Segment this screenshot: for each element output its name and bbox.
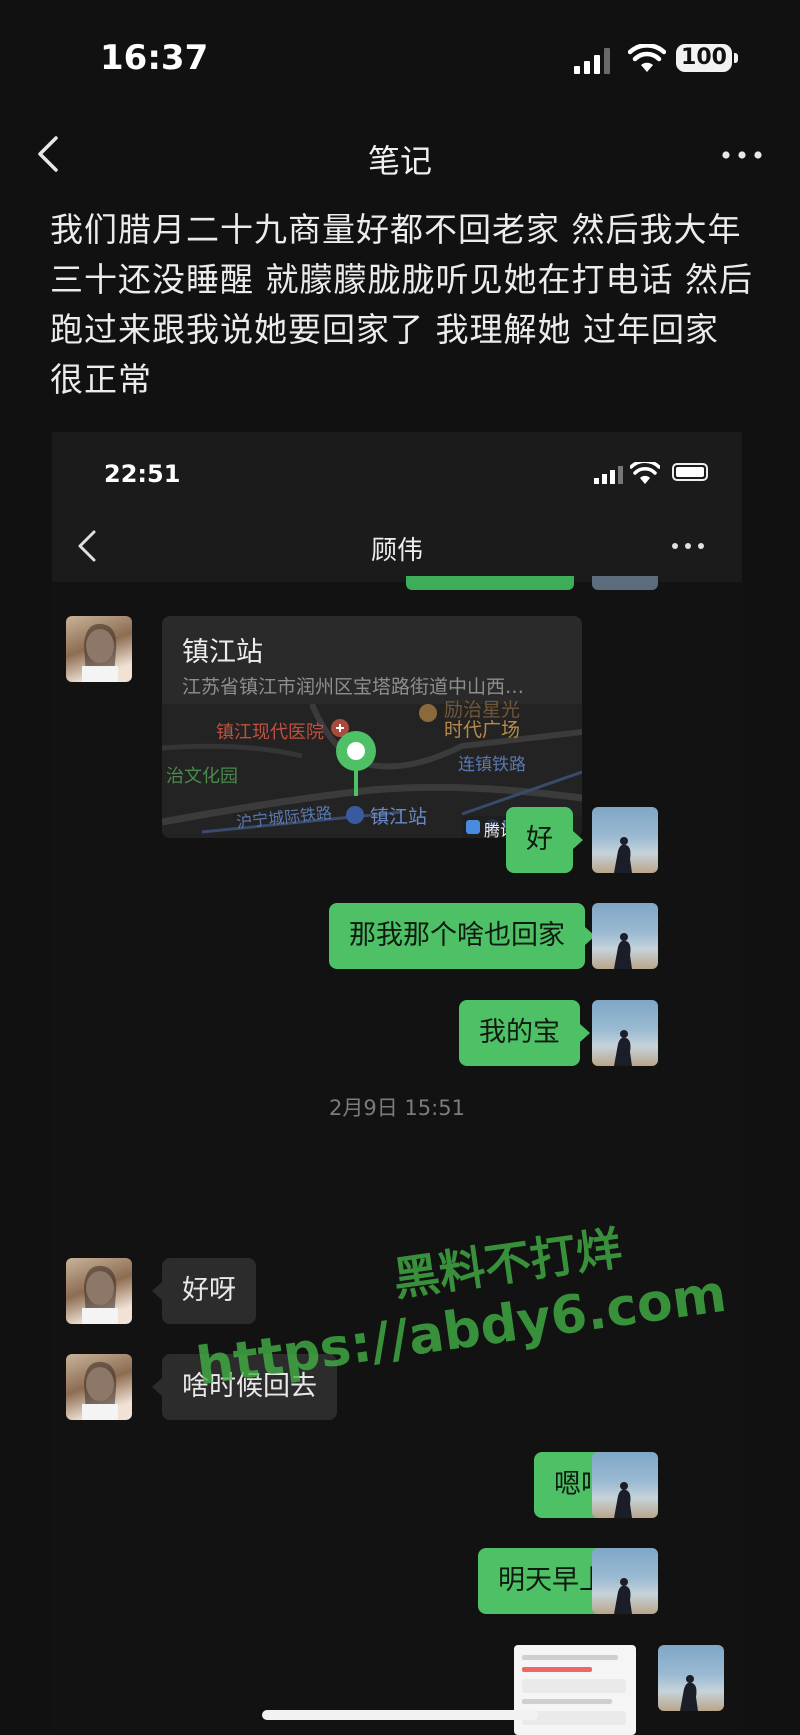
my-avatar[interactable] <box>592 1548 658 1614</box>
image-message-thumbnail[interactable] <box>514 1645 636 1735</box>
location-name: 镇江站 <box>182 637 263 668</box>
map-label-station: 镇江站 <box>370 806 428 828</box>
map-label-hospital: 镇江现代医院 <box>216 722 324 743</box>
embedded-battery-icon <box>672 463 708 481</box>
signal-icon <box>574 48 610 74</box>
note-body-text: 我们腊月二十九商量好都不回老家 然后我大年三十还没睡醒 就朦朦胧胧听见她在打电话… <box>50 210 753 399</box>
my-avatar[interactable] <box>592 1000 658 1066</box>
note-nav-bar: 笔记 <box>0 120 800 190</box>
contact-avatar[interactable] <box>66 616 132 682</box>
my-avatar[interactable] <box>592 807 658 873</box>
message-bubble-out[interactable]: 那我那个啥也回家 <box>329 903 595 969</box>
location-address: 江苏省镇江市润州区宝塔路街道中山西… <box>182 676 525 698</box>
embedded-chat-screenshot: 22:51 顾伟 镇江站 江苏省镇江市润州区宝塔路街道中山西… 励治星光 时代广… <box>52 432 742 1735</box>
embedded-signal-icon <box>594 466 623 484</box>
location-message-card[interactable]: 镇江站 江苏省镇江市润州区宝塔路街道中山西… 励治星光 时代广场 镇江现代医院 … <box>162 616 582 838</box>
home-indicator[interactable] <box>262 1710 538 1720</box>
status-time: 16:37 <box>100 38 209 78</box>
message-bubble-out[interactable]: 我的宝 <box>459 1000 590 1066</box>
thumb-line <box>522 1699 612 1704</box>
embedded-status-time: 22:51 <box>104 460 181 488</box>
page-title: 笔记 <box>367 142 432 180</box>
my-avatar[interactable] <box>592 903 658 969</box>
status-bar: 16:37 100 <box>0 0 800 120</box>
chat-more-icon[interactable] <box>670 536 706 556</box>
chat-contact-name: 顾伟 <box>370 536 423 566</box>
embedded-wifi-icon <box>630 462 660 484</box>
battery-icon: 100 <box>676 44 738 72</box>
message-bubble-out[interactable]: 好 <box>506 807 583 873</box>
map-label-rail1: 连镇铁路 <box>458 755 526 775</box>
thumb-line <box>522 1667 592 1672</box>
thumb-line <box>522 1655 618 1660</box>
message-timestamp: 2月9日 15:51 <box>329 1096 465 1120</box>
my-avatar[interactable] <box>658 1645 724 1711</box>
map-label-plaza: 励治星光 时代广场 <box>444 699 521 741</box>
thumb-line <box>522 1679 626 1693</box>
more-icon[interactable] <box>720 140 764 170</box>
wifi-icon <box>628 44 666 72</box>
partial-avatar <box>592 576 658 590</box>
partial-message-bubble <box>406 576 574 590</box>
contact-avatar[interactable] <box>66 1354 132 1420</box>
contact-avatar[interactable] <box>66 1258 132 1324</box>
my-avatar[interactable] <box>592 1452 658 1518</box>
map-label-park: 治文化园 <box>166 766 238 787</box>
